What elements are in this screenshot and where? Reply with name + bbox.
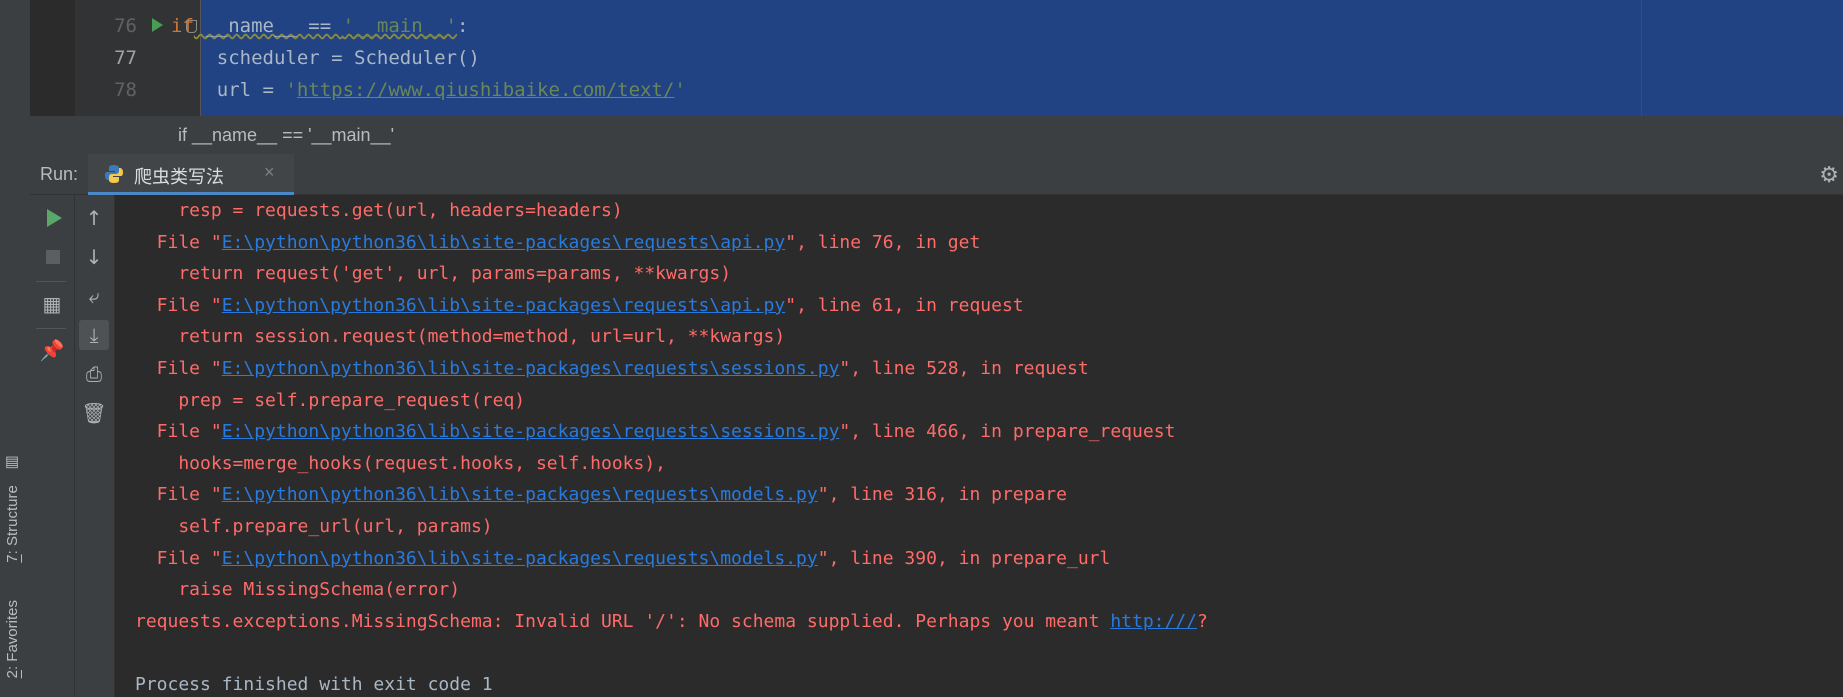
print-icon: ⎙ — [86, 362, 102, 386]
console-line: File "E:\python\python36\lib\site-packag… — [135, 358, 1089, 379]
run-config-tab[interactable]: 爬虫类写法 × — [88, 154, 294, 195]
scroll-to-end-button[interactable]: ⤓ — [79, 320, 109, 350]
file-link[interactable]: E:\python\python36\lib\site-packages\req… — [222, 295, 786, 316]
pin-tab-button[interactable]: 📌 — [37, 335, 67, 365]
code-text: scheduler = Scheduler() — [171, 47, 480, 69]
console-line: prep = self.prepare_request(req) — [135, 389, 526, 411]
exception-line: requests.exceptions.MissingSchema: Inval… — [135, 610, 1208, 632]
python-icon — [105, 165, 123, 183]
file-link[interactable]: E:\python\python36\lib\site-packages\req… — [222, 484, 818, 505]
run-secondary-toolbar: ↑ ↓ ⤶ ⤓ ⎙ 🗑 — [75, 195, 115, 697]
code-line[interactable]: 78 url = 'https://www.qiushibaike.com/te… — [30, 74, 1843, 106]
soft-wrap-icon: ⤶ — [88, 284, 100, 308]
editor-breadcrumb[interactable]: if __name__ == '__main__' — [30, 116, 1843, 155]
next-occurrence-button[interactable]: ↓ — [79, 242, 109, 272]
structure-tab-label: : Structure — [4, 485, 21, 555]
clear-all-button[interactable]: 🗑 — [79, 398, 109, 428]
file-link[interactable]: E:\python\python36\lib\site-packages\req… — [222, 548, 818, 569]
console-line: File "E:\python\python36\lib\site-packag… — [135, 547, 1111, 569]
pin-icon: 📌 — [39, 338, 65, 362]
console-line: return request('get', url, params=params… — [135, 263, 732, 285]
run-tab-title: 爬虫类写法 — [134, 167, 224, 187]
code-text: url = 'https://www.qiushibaike.com/text/… — [171, 79, 686, 101]
file-link[interactable]: E:\python\python36\lib\site-packages\req… — [222, 358, 840, 379]
code-url-link[interactable]: https://www.qiushibaike.com/text/ — [297, 79, 675, 101]
stop-icon — [46, 250, 60, 264]
line-number: 78 — [114, 79, 137, 101]
stop-button[interactable] — [37, 242, 67, 272]
console-line: raise MissingSchema(error) — [135, 579, 461, 601]
scroll-to-end-icon: ⤓ — [89, 323, 99, 347]
restore-layout-button[interactable]: ▦ — [37, 289, 67, 319]
gear-icon[interactable]: ⚙ — [1819, 162, 1839, 188]
run-panel-header: Run: 爬虫类写法 × ⚙ — [30, 154, 1843, 195]
print-button[interactable]: ⎙ — [79, 359, 109, 389]
console-line: hooks=merge_hooks(request.hooks, self.ho… — [135, 452, 667, 474]
console-line: resp = requests.get(url, headers=headers… — [135, 200, 623, 221]
suggested-url-link[interactable]: http:/// — [1110, 611, 1197, 632]
console-line: File "E:\python\python36\lib\site-packag… — [135, 231, 981, 253]
file-link[interactable]: E:\python\python36\lib\site-packages\req… — [222, 232, 786, 253]
arrow-up-icon: ↑ — [85, 206, 103, 230]
play-icon — [47, 209, 62, 227]
console-line: File "E:\python\python36\lib\site-packag… — [135, 294, 1024, 316]
console-output[interactable]: resp = requests.get(url, headers=headers… — [115, 195, 1843, 697]
previous-occurrence-button[interactable]: ↑ — [79, 203, 109, 233]
code-line[interactable]: 76 if __name__ == '__main__': — [30, 10, 1843, 42]
code-text: if __name__ == '__main__': — [171, 15, 469, 37]
structure-icon: ▤ — [4, 455, 21, 473]
structure-tool-tab[interactable]: 7: Structure ▤ — [4, 455, 22, 563]
structure-tab-number: 7 — [4, 554, 21, 563]
run-primary-toolbar: ▦ 📌 — [30, 195, 75, 697]
line-number: 76 — [114, 15, 137, 37]
console-line: File "E:\python\python36\lib\site-packag… — [135, 484, 1067, 506]
arrow-down-icon: ↓ — [85, 245, 103, 269]
trash-icon: 🗑 — [81, 401, 107, 425]
rerun-button[interactable] — [37, 203, 67, 233]
code-line[interactable]: 77 scheduler = Scheduler() — [30, 42, 1843, 74]
file-link[interactable]: E:\python\python36\lib\site-packages\req… — [222, 421, 840, 442]
run-gutter-icon[interactable] — [152, 18, 163, 32]
run-panel-label: Run: — [40, 164, 79, 184]
breadcrumb-item[interactable]: if __name__ == '__main__' — [178, 116, 394, 154]
favorites-tool-tab[interactable]: 2: Favorites — [4, 600, 21, 678]
console-line: self.prepare_url(url, params) — [135, 516, 493, 537]
left-tool-strip: 7: Structure ▤ 2: Favorites — [0, 0, 31, 697]
code-editor[interactable]: 76 if __name__ == '__main__': 77 schedul… — [30, 0, 1843, 116]
console-line: return session.request(method=method, ur… — [135, 326, 786, 348]
favorites-tab-number: 2 — [4, 670, 21, 679]
exit-status-line: Process finished with exit code 1 — [135, 674, 493, 695]
soft-wrap-button[interactable]: ⤶ — [79, 281, 109, 311]
console-line: File "E:\python\python36\lib\site-packag… — [135, 421, 1176, 443]
line-number: 77 — [114, 47, 137, 69]
favorites-tab-label: : Favorites — [4, 600, 21, 671]
close-icon[interactable]: × — [264, 162, 275, 183]
layout-icon: ▦ — [42, 292, 62, 316]
